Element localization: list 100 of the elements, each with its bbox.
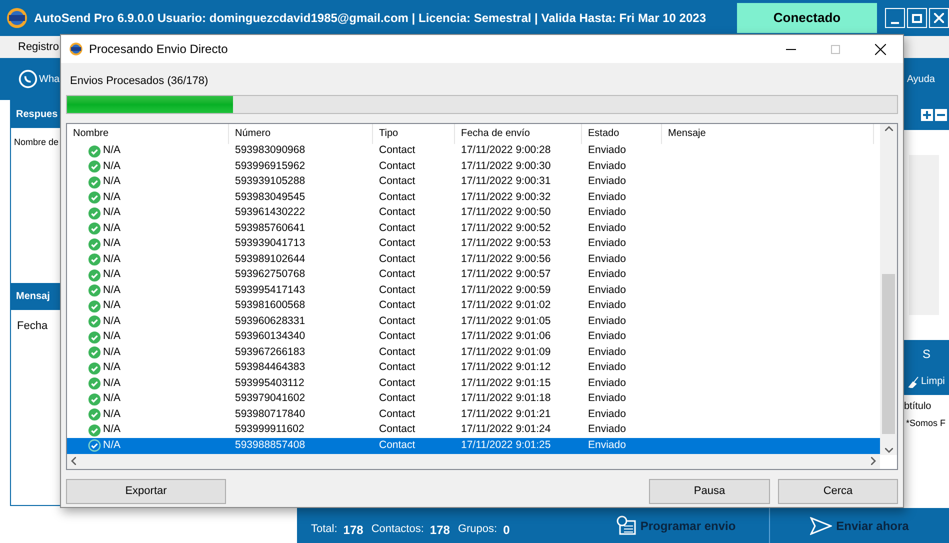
table-cell-text: 593967266183 xyxy=(234,344,306,360)
table-cell-text: N/A xyxy=(103,158,121,174)
check-icon xyxy=(88,408,101,422)
table-cell-text: Contact xyxy=(378,314,416,329)
list-row[interactable]: N/A 593996915962 Contact 17/11/2022 9:00:30 Enviado xyxy=(67,159,880,174)
remove-icon[interactable] xyxy=(935,109,947,121)
table-cell-text: Enviado xyxy=(587,190,627,205)
table-cell-text: 593979041602 xyxy=(234,391,306,406)
table-cell-text: 17/11/2022 9:00:28 xyxy=(460,143,552,158)
list-row[interactable]: N/A 593999911602 Contact 17/11/2022 9:01:24 Enviado xyxy=(67,422,880,438)
list-row[interactable]: N/A 593981600568 Contact 17/11/2022 9:01:02 Enviado xyxy=(67,298,880,314)
table-cell-text: Contact xyxy=(378,422,416,438)
scroll-right-icon[interactable] xyxy=(871,457,876,465)
add-icon[interactable] xyxy=(921,109,933,121)
table-cell-text: Enviado xyxy=(587,329,627,344)
table-cell-text: Enviado xyxy=(587,406,627,422)
list-row[interactable]: N/A 593983049545 Contact 17/11/2022 9:00:32 Enviado xyxy=(67,190,880,206)
list-row[interactable]: N/A 593967266183 Contact 17/11/2022 9:01:09 Enviado xyxy=(67,345,880,360)
scroll-down-icon[interactable] xyxy=(884,448,892,452)
list-row[interactable]: N/A 593985760641 Contact 17/11/2022 9:00:52 Enviado xyxy=(67,221,880,236)
table-cell-text: N/A xyxy=(103,282,121,298)
list-row[interactable]: N/A 593962750768 Contact 17/11/2022 9:00:57 Enviado xyxy=(67,268,880,283)
export-button[interactable]: Exportar xyxy=(66,478,226,504)
list-row[interactable]: N/A 593979041602 Contact 17/11/2022 9:01:18 Enviado xyxy=(67,392,880,407)
check-icon xyxy=(88,206,101,220)
table-cell-text: N/A xyxy=(103,422,121,438)
help-button[interactable]: Ayuda xyxy=(906,72,935,86)
table-cell-text: N/A xyxy=(103,267,121,282)
table-cell-text: 593999911602 xyxy=(234,422,306,438)
list-row[interactable]: N/A 593939105288 Contact 17/11/2022 9:00:31 Enviado xyxy=(67,174,880,190)
table-cell-text: 17/11/2022 9:00:59 xyxy=(460,282,552,298)
table-cell-text: 17/11/2022 9:00:32 xyxy=(460,190,552,205)
column-label: Fecha xyxy=(16,319,49,334)
column-header[interactable]: Mensaje xyxy=(662,124,874,144)
list-row[interactable]: N/A 593960628331 Contact 17/11/2022 9:01:05 Enviado xyxy=(67,314,880,330)
list-row[interactable]: N/A 593988857408 Contact 17/11/2022 9:01:25 Enviado xyxy=(67,438,880,454)
check-icon xyxy=(88,424,101,437)
table-cell-text: 17/11/2022 9:01:02 xyxy=(460,298,552,314)
broom-icon xyxy=(907,376,919,388)
scrollbar-thumb[interactable] xyxy=(882,274,895,434)
list-row[interactable]: N/A 593984464383 Contact 17/11/2022 9:01:12 Enviado xyxy=(67,360,880,376)
table-cell-text: 17/11/2022 9:01:25 xyxy=(460,438,552,453)
table-cell-text: Enviado xyxy=(587,422,627,438)
list-row[interactable]: N/A 593983090968 Contact 17/11/2022 9:00:28 Enviado xyxy=(67,144,880,159)
check-icon xyxy=(88,144,101,158)
table-cell-text: Contact xyxy=(378,205,416,220)
table-cell-text: N/A xyxy=(103,314,121,329)
table-cell-text: 17/11/2022 9:00:53 xyxy=(460,236,552,252)
column-header[interactable]: Número xyxy=(229,124,373,144)
close-icon[interactable] xyxy=(875,44,886,54)
close-dialog-button[interactable]: Cerca xyxy=(778,478,898,504)
chat-bubble-icon xyxy=(18,69,38,89)
list-row[interactable]: N/A 593995417143 Contact 17/11/2022 9:00:59 Enviado xyxy=(67,283,880,298)
table-cell-text: Enviado xyxy=(587,391,627,406)
list-row[interactable]: N/A 593961430222 Contact 17/11/2022 9:00:50 Enviado xyxy=(67,206,880,221)
maximize-button[interactable] xyxy=(907,8,927,28)
close-button[interactable] xyxy=(929,8,949,28)
table-cell-text: 593960628331 xyxy=(234,314,306,329)
check-icon xyxy=(88,362,101,375)
column-header[interactable]: Fecha de envío xyxy=(455,124,582,144)
list-row[interactable]: N/A 593960134340 Contact 17/11/2022 9:01:06 Enviado xyxy=(67,330,880,345)
table-cell-text: N/A xyxy=(103,391,121,406)
table-cell-text: 17/11/2022 9:00:50 xyxy=(460,205,552,220)
table-cell-text: N/A xyxy=(103,220,121,236)
table-cell-text: 17/11/2022 9:01:12 xyxy=(460,360,552,376)
scroll-up-icon[interactable] xyxy=(884,126,892,130)
clear-button[interactable]: Limpi xyxy=(904,368,949,395)
minimize-button[interactable] xyxy=(885,8,905,28)
toolbar-button[interactable]: Wha xyxy=(39,72,60,86)
table-cell-text: Contact xyxy=(378,190,416,205)
column-header[interactable]: Nombre xyxy=(67,124,229,144)
table-cell-text: Contact xyxy=(378,329,416,344)
scroll-left-icon[interactable] xyxy=(71,457,76,465)
list-row[interactable]: N/A 593989102644 Contact 17/11/2022 9:00:56 Enviado xyxy=(67,252,880,268)
table-cell-text: N/A xyxy=(103,329,121,344)
table-cell-text: 593962750768 xyxy=(234,267,306,282)
list-row[interactable]: N/A 593995403112 Contact 17/11/2022 9:01:15 Enviado xyxy=(67,376,880,392)
check-icon xyxy=(88,176,101,189)
check-icon xyxy=(88,439,101,452)
pause-button[interactable]: Pausa xyxy=(649,478,770,504)
check-icon xyxy=(88,284,101,298)
column-header[interactable]: Estado xyxy=(582,124,662,144)
table-cell-text: Contact xyxy=(378,282,416,298)
table-cell-text: Enviado xyxy=(587,376,627,391)
connection-status: Conectado xyxy=(737,3,877,33)
column-header[interactable]: Tipo xyxy=(373,124,455,144)
menu-item[interactable]: Registro xyxy=(18,38,59,56)
table-cell-text: 17/11/2022 9:01:24 xyxy=(460,422,552,438)
check-icon xyxy=(88,160,101,174)
table-cell-text: N/A xyxy=(103,360,121,376)
list-row[interactable]: N/A 593939041713 Contact 17/11/2022 9:00:53 Enviado xyxy=(67,236,880,252)
table-cell-text: Enviado xyxy=(587,267,627,282)
table-cell-text: Contact xyxy=(378,174,416,190)
check-icon xyxy=(88,222,101,236)
table-cell-text: 593988857408 xyxy=(234,438,306,453)
send-icon xyxy=(810,516,832,534)
table-cell-text: 17/11/2022 9:00:56 xyxy=(460,252,552,267)
table-cell-text: *Somos F xyxy=(906,417,947,430)
table-cell-text: N/A xyxy=(103,438,121,453)
list-row[interactable]: N/A 593980717840 Contact 17/11/2022 9:01:21 Enviado xyxy=(67,407,880,422)
